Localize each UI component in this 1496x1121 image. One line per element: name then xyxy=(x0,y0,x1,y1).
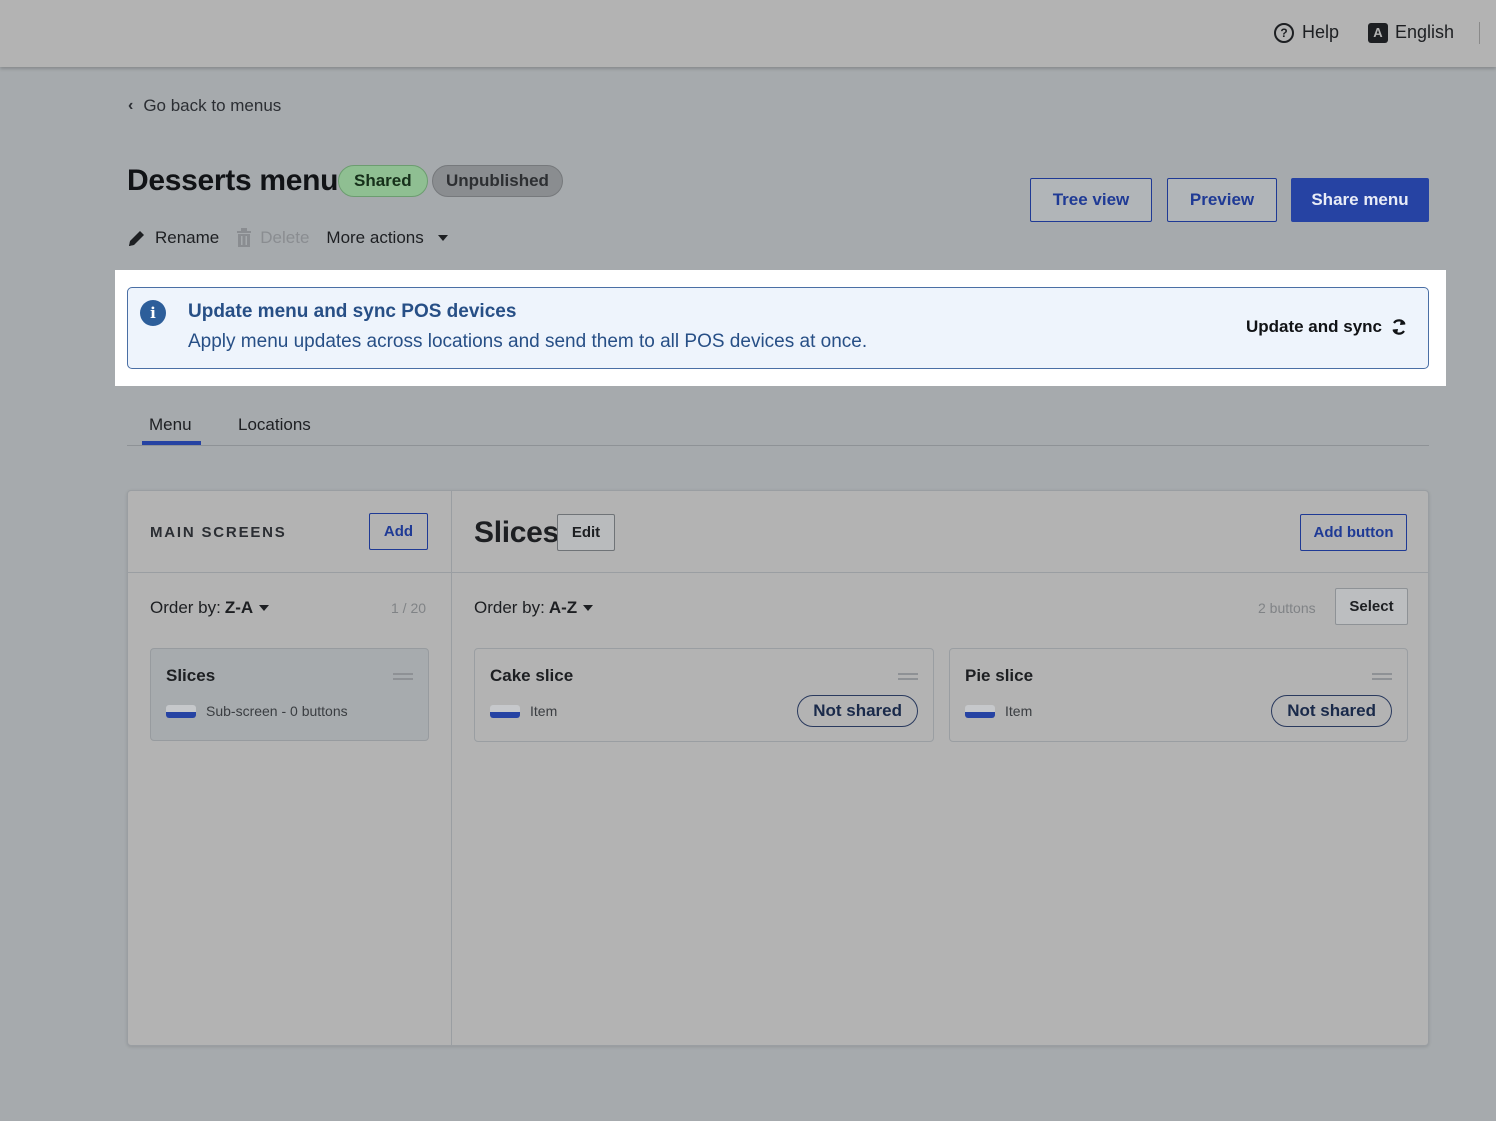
trash-icon xyxy=(237,228,252,247)
buttons-count: 2 buttons xyxy=(1258,600,1316,616)
drag-handle-icon[interactable] xyxy=(393,673,413,680)
screen-title: Slices xyxy=(474,516,559,549)
screens-order-dropdown[interactable]: Order by: Z-A xyxy=(150,598,270,618)
tab-menu[interactable]: Menu xyxy=(149,415,192,435)
item-type: Item xyxy=(1005,703,1033,719)
sync-icon xyxy=(1392,319,1406,335)
item-name: Cake slice xyxy=(490,666,574,685)
main-screens-header: MAIN SCREENS Add xyxy=(128,491,451,573)
select-button[interactable]: Select xyxy=(1335,588,1408,625)
sync-info-banner: i Update menu and sync POS devices Apply… xyxy=(127,287,1429,369)
item-card-cake-slice[interactable]: Cake slice Item Not shared xyxy=(474,648,934,742)
shared-badge: Shared xyxy=(338,165,428,197)
item-type: Item xyxy=(530,703,558,719)
unpublished-badge: Unpublished xyxy=(432,165,563,197)
order-value: Z-A xyxy=(224,598,254,617)
language-icon: A xyxy=(1368,22,1388,43)
share-menu-button[interactable]: Share menu xyxy=(1291,178,1429,222)
item-name: Pie slice xyxy=(965,666,1034,685)
item-card-pie-slice[interactable]: Pie slice Item Not shared xyxy=(949,648,1408,742)
menu-editor-panel: MAIN SCREENS Add Order by: Z-A 1 / 20 Sl… xyxy=(127,490,1429,1046)
drag-handle-icon[interactable] xyxy=(1372,673,1392,680)
page-title: Desserts menu xyxy=(127,164,339,197)
more-actions-label: More actions xyxy=(326,228,424,247)
update-and-sync-label: Update and sync xyxy=(1245,317,1382,336)
drag-handle-icon[interactable] xyxy=(898,673,918,680)
help-link[interactable]: ? Help xyxy=(1274,22,1339,43)
pencil-icon xyxy=(129,231,144,246)
caret-down-icon xyxy=(583,605,594,611)
help-icon: ? xyxy=(1274,22,1294,43)
menu-actions: Rename Delete More actions xyxy=(127,228,465,248)
chevron-left-icon: ‹ xyxy=(128,97,134,114)
rename-label: Rename xyxy=(155,228,220,247)
add-screen-button[interactable]: Add xyxy=(369,513,428,550)
delete-label: Delete xyxy=(260,228,310,247)
color-swatch xyxy=(965,705,995,718)
preview-button[interactable]: Preview xyxy=(1167,178,1277,222)
order-prefix: Order by: xyxy=(474,598,545,617)
screen-card[interactable]: Slices Sub-screen - 0 buttons xyxy=(150,648,429,741)
main-screens-heading: MAIN SCREENS xyxy=(150,524,287,541)
screens-count: 1 / 20 xyxy=(391,600,427,616)
delete-button[interactable]: Delete xyxy=(236,228,309,248)
buttons-order-dropdown[interactable]: Order by: A-Z xyxy=(474,598,594,618)
more-actions-dropdown[interactable]: More actions xyxy=(326,228,448,248)
banner-description: Apply menu updates across locations and … xyxy=(188,331,868,352)
not-shared-badge[interactable]: Not shared xyxy=(797,695,918,727)
screen-detail-header: Slices Edit Add button xyxy=(452,491,1429,573)
not-shared-badge[interactable]: Not shared xyxy=(1271,695,1392,727)
top-bar: ? Help A English xyxy=(0,0,1496,67)
back-to-menus-link[interactable]: ‹ Go back to menus xyxy=(128,96,281,116)
add-button-button[interactable]: Add button xyxy=(1300,514,1407,551)
back-label: Go back to menus xyxy=(143,96,282,115)
tree-view-button[interactable]: Tree view xyxy=(1030,178,1152,222)
rename-button[interactable]: Rename xyxy=(127,228,219,248)
update-and-sync-button[interactable]: Update and sync xyxy=(1246,317,1408,337)
order-value: A-Z xyxy=(548,598,578,617)
menu-tabs: Menu Locations xyxy=(127,405,1429,446)
color-swatch xyxy=(490,705,520,718)
caret-down-icon xyxy=(437,235,448,241)
edit-screen-button[interactable]: Edit xyxy=(557,514,615,551)
language-selector[interactable]: A English xyxy=(1368,22,1454,43)
color-swatch xyxy=(166,705,196,718)
main-screens-column: MAIN SCREENS Add Order by: Z-A 1 / 20 Sl… xyxy=(128,491,452,1045)
tab-locations[interactable]: Locations xyxy=(238,415,311,435)
screen-type: Sub-screen - 0 buttons xyxy=(206,703,348,719)
caret-down-icon xyxy=(259,605,270,611)
language-label: English xyxy=(1395,22,1455,42)
screen-name: Slices xyxy=(166,666,216,685)
topbar-divider xyxy=(1479,22,1480,44)
info-icon: i xyxy=(140,300,166,326)
active-tab-indicator xyxy=(142,441,201,445)
banner-title: Update menu and sync POS devices xyxy=(188,301,517,322)
order-prefix: Order by: xyxy=(150,598,221,617)
help-label: Help xyxy=(1302,22,1340,42)
